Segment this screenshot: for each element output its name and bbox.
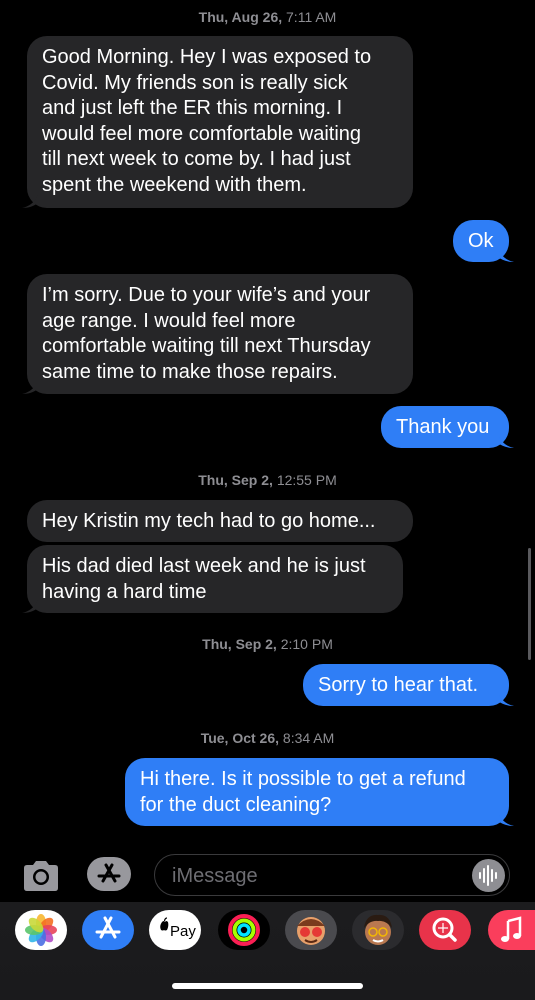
message-line: Hi there. Is it possible to get a refund — [140, 768, 466, 790]
animoji-app-icon[interactable] — [285, 910, 337, 950]
incoming-message-bubble[interactable]: Hey Kristin my tech had to go home... — [27, 500, 413, 542]
timestamp: Thu, Sep 2, 12:55 PM — [198, 472, 337, 488]
message-line: would feel more comfortable waiting — [42, 122, 362, 145]
timestamp: Thu, Sep 2, 2:10 PM — [202, 636, 333, 652]
imessage-input[interactable]: iMessage — [154, 854, 510, 896]
outgoing-message-bubble[interactable]: Thank you — [381, 406, 514, 448]
music-app-icon[interactable] — [488, 910, 535, 950]
message-line: spent the weekend with them. — [42, 173, 307, 196]
timestamp: Tue, Oct 26, 8:34 AM — [200, 730, 335, 746]
message-line: Sorry to hear that. — [318, 674, 479, 696]
message-line: Thank you — [396, 416, 490, 438]
message-line: same time to make those repairs. — [42, 360, 338, 383]
message-composer: iMessage — [0, 850, 535, 902]
activity-app-icon[interactable] — [218, 910, 270, 950]
outgoing-message-bubble[interactable]: Hi there. Is it possible to get a refund… — [125, 758, 514, 826]
app-store-app-icon[interactable] — [82, 910, 134, 950]
waveform-icon[interactable] — [472, 859, 505, 892]
incoming-message-bubble[interactable]: His dad died last week and he is just ha… — [22, 545, 403, 613]
memoji-app-icon[interactable] — [352, 910, 404, 950]
message-line: comfortable waiting till next Thursday — [42, 335, 371, 357]
input-placeholder: iMessage — [172, 865, 258, 887]
incoming-message-bubble[interactable]: Good Morning. Hey I was exposed to Covid… — [22, 36, 413, 208]
outgoing-message-bubble[interactable]: Sorry to hear that. — [303, 664, 514, 706]
photos-app-icon[interactable] — [15, 910, 67, 950]
message-line: Ok — [468, 230, 494, 252]
apple-pay-app-icon[interactable]: Pay — [149, 910, 201, 950]
message-line: till next week to come by. I had just — [42, 148, 351, 170]
message-line: Hey Kristin my tech had to go home... — [42, 510, 376, 532]
svg-text:Pay: Pay — [170, 923, 196, 940]
scroll-indicator[interactable] — [528, 548, 531, 660]
message-line: Covid. My friends son is really sick — [42, 71, 348, 94]
message-line: His dad died last week and he is just — [42, 555, 366, 577]
camera-icon[interactable] — [20, 858, 62, 894]
message-line: age range. I would feel more — [42, 309, 296, 332]
message-line: for the duct cleaning? — [140, 793, 332, 816]
message-line: Good Morning. Hey I was exposed to — [42, 46, 372, 68]
timestamp: Thu, Aug 26, 7:11 AM — [198, 9, 337, 25]
message-thread: Thu, Aug 26, 7:11 AM Good Morning. Hey I… — [0, 0, 535, 850]
outgoing-message-bubble[interactable]: Ok — [453, 220, 514, 262]
app-store-icon[interactable] — [86, 856, 132, 894]
home-indicator[interactable] — [172, 983, 363, 989]
message-line: I’m sorry. Due to your wife’s and your — [42, 284, 371, 306]
message-line: and just left the ER this morning. I — [42, 97, 343, 119]
image-search-app-icon[interactable] — [419, 910, 471, 950]
incoming-message-bubble[interactable]: I’m sorry. Due to your wife’s and your a… — [22, 274, 413, 394]
message-line: having a hard time — [42, 580, 207, 603]
